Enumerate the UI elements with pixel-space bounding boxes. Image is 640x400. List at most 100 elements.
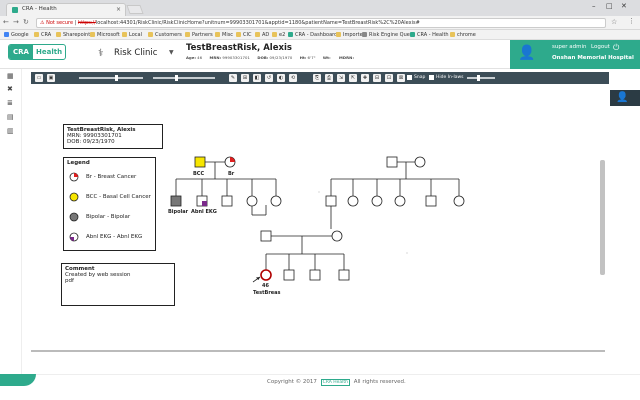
label-abnl-ekg: Abnl EKG [191,209,217,215]
tool-icon[interactable]: ↺ [265,74,273,82]
bookmark-item[interactable]: Risk Engine Query [362,32,415,38]
person-icon: 👤 [616,92,629,103]
bookmark-item[interactable]: AD [255,32,269,38]
print-icon[interactable]: ▭ [35,74,43,82]
module-title[interactable]: Risk Clinic [114,48,157,58]
user-block: 👤 super admin Logout ⏻ Onshan Memorial H… [510,40,640,69]
bookmark-item[interactable]: Google [4,32,29,38]
individual-female [414,156,426,168]
reload-button[interactable]: ↻ [23,18,29,26]
user-role: super admin [552,44,587,50]
patient-name: TestBreastRisk, Alexis [186,43,292,53]
tool-icon[interactable]: ⇲ [337,74,345,82]
tool-icon[interactable]: ⎙ [325,74,333,82]
tool-icon[interactable]: ⎘ [313,74,321,82]
bookmark-item[interactable]: Local [122,32,142,38]
proband-name: TestBreas [253,290,281,296]
individual-female [331,230,343,242]
bookmark-item[interactable]: CRA - Health [410,32,449,38]
meta-mrn: MRN:99903301701 [209,55,251,60]
bookmark-item[interactable]: CRA [34,32,51,38]
browser-menu-icon[interactable]: ⋮ [628,17,635,25]
dna-icon[interactable]: ✖ [7,85,13,93]
document-icon[interactable]: ▥ [7,127,14,135]
clinic-module-icon: ⚕ [98,48,104,59]
image-icon[interactable]: ▣ [47,74,55,82]
bookmark-item[interactable]: e2 [272,32,285,38]
copyright: Copyright © 2017 CRA Health All rights r… [267,379,406,386]
bookmark-item[interactable]: CRA - Dashboard [288,32,337,38]
logout-button[interactable]: Logout [591,44,610,50]
footer-brand: CRA Health [320,379,350,386]
tab-title: CRA - Health [22,6,57,12]
left-rail: ▦ ✖ ≣ ▤ ▥ [0,69,22,374]
tool-icon[interactable]: ⇱ [349,74,357,82]
pedigree-canvas[interactable]: TestBreastRisk, Alexis MRN: 99903301701 … [31,84,605,350]
new-tab-button[interactable] [126,5,144,14]
individual-male [425,195,437,207]
individual-female [371,195,383,207]
tool-icon[interactable]: ⊡ [385,74,393,82]
bookmark-item[interactable]: chrome [450,32,476,38]
patient-meta: Age:46 MRN:99903301701 DOB:09/23/1970 Ht… [186,55,361,60]
bookmark-item[interactable]: Microsoft [90,32,120,38]
width-slider[interactable] [153,75,215,81]
browser-tab[interactable]: CRA - Health × [6,3,126,16]
tool-icon[interactable]: ✚ [361,74,369,82]
individual-male [283,269,295,281]
tool-icon[interactable]: ◐ [277,74,285,82]
bookmark-item[interactable]: Misc [215,32,233,38]
url-field[interactable]: ⚠ Not secure | https://localhost:44301/R… [36,18,606,28]
individual-male [260,230,272,242]
canvas-vscroll[interactable] [600,160,605,275]
list-icon[interactable]: ≣ [7,99,13,107]
tool-icon[interactable]: ◧ [253,74,261,82]
individual-male [221,195,233,207]
tool-icon[interactable]: ⊠ [397,74,405,82]
maximize-button[interactable]: □ [606,2,613,10]
tool-icon[interactable]: ✎ [229,74,237,82]
individual-female [270,195,282,207]
individual-male [338,269,350,281]
chevron-down-icon[interactable]: ▼ [169,49,174,56]
app-logo[interactable]: CRA Health [8,44,66,60]
url-text: localhost:44301/RiskClinic/RiskClinicHom… [95,20,420,26]
hospital-name: Onshan Memorial Hospital [552,55,634,61]
close-window-button[interactable]: ✕ [621,2,627,10]
tab-close-icon[interactable]: × [116,6,121,13]
label-bipolar: Bipolar [168,209,189,215]
pedigree-individuals [170,156,465,281]
individual-male [194,156,206,168]
label-bcc: BCC [193,171,205,177]
right-panel-toggle[interactable]: 👤 [610,90,640,106]
bookmark-item[interactable]: Partners [185,32,213,38]
meta-mdrn: MDRN: [339,55,355,60]
snap-checkbox[interactable] [407,75,412,80]
pedigree-icon[interactable]: ▦ [7,72,14,80]
tool-icon[interactable]: ⟲ [289,74,297,82]
bookmark-item[interactable]: CIC [236,32,251,38]
forward-button[interactable]: → [13,18,19,26]
chat-icon[interactable]: ▤ [7,113,14,121]
canvas-hscroll[interactable] [31,350,605,352]
browser-tab-bar: CRA - Health × – □ ✕ [0,0,640,16]
minimize-button[interactable]: – [592,2,596,10]
bookmark-item[interactable]: Sharepoint [56,32,90,38]
url-scheme: https:// [77,20,96,26]
meta-age: Age:46 [186,55,203,60]
tool-icon[interactable]: ⊟ [373,74,381,82]
proband-age: 46 [262,283,269,289]
favicon-icon [12,7,18,13]
logo-text-left: CRA [9,45,33,59]
hide-inlaws-checkbox[interactable] [429,75,434,80]
zoom-slider[interactable] [79,75,143,81]
bookmark-item[interactable]: Customers [148,32,182,38]
bookmark-star-icon[interactable]: ☆ [611,18,617,26]
meta-ht: Ht:6'7" [299,55,316,60]
fit-icon[interactable]: ⊞ [241,74,249,82]
back-button[interactable]: ← [3,18,9,26]
spacing-slider[interactable] [467,75,495,81]
logout-icon[interactable]: ⏻ [613,43,619,53]
hide-inlaws-label: Hide In-laws [436,75,464,80]
pedigree-toolbar: ▭ ▣ ✎ ⊞ ◧ ↺ ◐ ⟲ ⎘ ⎙ ⇲ ⇱ ✚ ⊟ ⊡ ⊠ Snap Hid… [31,72,609,84]
